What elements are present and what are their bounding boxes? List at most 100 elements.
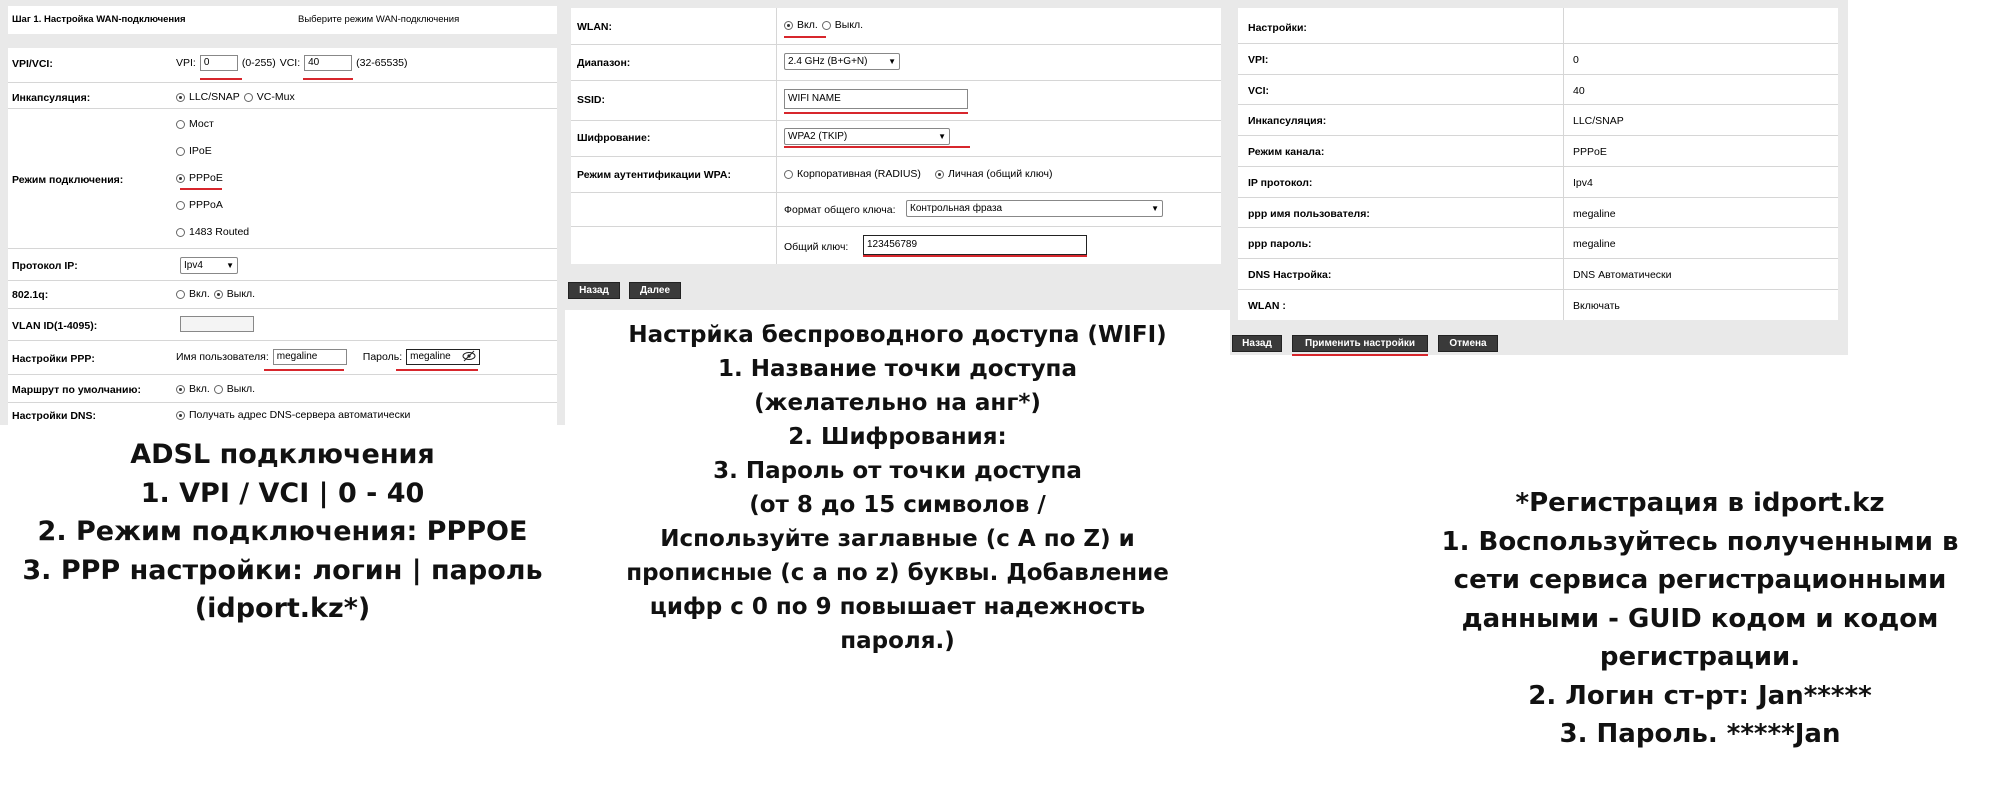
chevron-down-icon: ▼	[888, 57, 896, 66]
ssid-underline	[784, 112, 968, 114]
auth-radius-radio[interactable]	[784, 169, 793, 179]
auth-radius-label: Корпоративная (RADIUS)	[797, 168, 921, 180]
mode-pppoa: PPPoA	[176, 199, 223, 211]
row-divider	[1238, 73, 1838, 75]
dns-label: Настройки DNS:	[12, 410, 96, 422]
vci-input[interactable]: 40	[304, 55, 353, 71]
registration-caption: *Регистрация в idport.kz 1. Воспользуйте…	[1400, 484, 2000, 754]
key-input[interactable]: 123456789	[863, 235, 1087, 255]
route-label: Маршрут по умолчанию:	[12, 384, 141, 396]
password-underline	[396, 369, 478, 371]
mode-pppoa-radio[interactable]	[176, 200, 185, 210]
mode-pppoe-label: PPPoE	[189, 172, 223, 184]
apply-settings-button[interactable]: Применить настройки	[1292, 335, 1428, 352]
caption-line: (от 8 до 15 символов /	[749, 492, 1046, 518]
caption-line: данными - GUID кодом и кодом	[1461, 603, 1939, 634]
caption-line: 2. Режим подключения: PPPOE	[37, 516, 528, 547]
caption-line: 1. Воспользуйтесь полученными в	[1441, 526, 1959, 557]
wlan-on-radio[interactable]	[784, 20, 793, 30]
caption-line: 2. Логин ст-рт: Jan*****	[1528, 680, 1872, 711]
vci-range: (32-65535)	[356, 57, 408, 69]
mode-1483: 1483 Routed	[176, 226, 249, 238]
mode-bridge-label: Мост	[189, 118, 214, 130]
dns-auto-radio[interactable]	[176, 410, 185, 420]
back-button[interactable]: Назад	[1232, 335, 1282, 352]
back-button[interactable]: Назад	[568, 282, 620, 299]
summary-header: Настройки:	[1248, 22, 1307, 34]
chevron-down-icon: ▼	[938, 132, 946, 141]
mode-bridge: Мост	[176, 118, 214, 130]
encap-llc-label: LLC/SNAP	[189, 91, 240, 103]
summary-row-value: Включать	[1573, 299, 1620, 312]
cipher-label: Шифрование:	[577, 132, 651, 144]
mode-pppoe-radio[interactable]	[176, 173, 185, 183]
summary-row-label: ppp пароль:	[1248, 238, 1312, 251]
q-on-label: Вкл.	[189, 288, 210, 300]
band-label: Диапазон:	[577, 57, 631, 69]
key-label: Общий ключ:	[784, 241, 849, 253]
mode-1483-label: 1483 Routed	[189, 226, 250, 238]
caption-line: сети сервиса регистрационными	[1453, 565, 1947, 595]
ppp-fields: Имя пользователя: megaline Пароль: megal…	[176, 349, 481, 367]
mode-1483-radio[interactable]	[176, 227, 185, 237]
encap-vcmux-radio[interactable]	[243, 92, 253, 102]
q-on-radio[interactable]	[176, 289, 185, 299]
q-off-radio[interactable]	[213, 289, 223, 299]
password-input[interactable]: megaline	[406, 349, 481, 367]
route-off-radio[interactable]	[213, 384, 223, 394]
summary-row-label: DNS Настройка:	[1248, 268, 1332, 281]
encap-llc-radio[interactable]	[176, 92, 185, 102]
mode-ipoe-label: IPoE	[189, 145, 212, 157]
summary-table: Настройки: VPI: 0 VCI: 40 Инкапсуляция: LLC/S…	[1238, 8, 1838, 320]
pppoe-underline	[180, 188, 222, 190]
apply-underline	[1292, 354, 1428, 356]
eye-off-icon[interactable]	[462, 350, 476, 367]
adsl-settings-panel: Шаг 1. Настройка WAN-подключения Выберит…	[0, 0, 565, 425]
route-on-radio[interactable]	[176, 384, 185, 394]
summary-row-label: Режим канала:	[1248, 146, 1325, 159]
wifi-caption: Настрйка беспроводного доступа (WIFI) 1.…	[565, 318, 1230, 658]
band-select[interactable]: 2.4 GHz (B+G+N) ▼	[784, 53, 900, 70]
vlan-input[interactable]	[180, 316, 254, 332]
vpi-input[interactable]: 0	[199, 55, 238, 71]
ssid-input[interactable]: WIFI NAME	[784, 89, 968, 109]
mode-pppoe: PPPoE	[176, 172, 223, 184]
vci-underline	[303, 78, 353, 80]
caption-line: пароля.)	[840, 628, 955, 654]
summary-row-value: PPPoE	[1573, 146, 1607, 159]
cancel-button[interactable]: Отмена	[1438, 335, 1498, 352]
key-format-select[interactable]: Контрольная фраза ▼	[906, 200, 1163, 217]
vpivci-row: VPI/VCI: VPI: 0 (0-255) VCI: 40 (32-6553…	[8, 48, 557, 78]
caption-line: прописные (с a по z) буквы. Добавление	[626, 560, 1169, 586]
username-underline	[264, 369, 344, 371]
key-format-value: Контрольная фраза	[910, 203, 1003, 214]
vpivci-fields: VPI: 0 (0-255) VCI: 40 (32-65535)	[176, 55, 408, 71]
ip-proto-label: Протокол IP:	[12, 260, 78, 272]
key-underline	[863, 255, 1087, 257]
caption-line: 3. Пароль. *****Jan	[1559, 719, 1841, 749]
summary-row-value: megaline	[1573, 207, 1616, 220]
row-divider	[1238, 288, 1838, 290]
route-off-label: Выкл.	[226, 383, 256, 395]
cipher-select[interactable]: WPA2 (TKIP) ▼	[784, 128, 950, 145]
summary-row-value: DNS Автоматически	[1573, 268, 1672, 281]
encap-vcmux-label: VC-Mux	[256, 91, 295, 103]
summary-row-label: WLAN :	[1248, 299, 1286, 312]
wlan-off-radio[interactable]	[821, 20, 831, 30]
step-label: Шаг 1. Настройка WAN-подключения	[12, 14, 186, 25]
summary-row-value: 0	[1573, 54, 1579, 66]
mode-label: Режим подключения:	[12, 174, 124, 186]
mode-bridge-radio[interactable]	[176, 119, 185, 129]
next-button[interactable]: Далее	[629, 282, 681, 299]
chevron-down-icon: ▼	[226, 261, 234, 270]
caption-line: *Регистрация в idport.kz	[1515, 488, 1885, 518]
ip-proto-select[interactable]: Ipv4 ▼	[180, 257, 238, 274]
username-input[interactable]: megaline	[272, 349, 347, 365]
row-divider	[1238, 135, 1838, 137]
auth-psk-radio[interactable]	[934, 169, 944, 179]
mode-ipoe: IPoE	[176, 145, 212, 157]
user-prefix: Имя пользователя:	[176, 351, 269, 363]
mode-ipoe-radio[interactable]	[176, 146, 185, 156]
caption-line: ADSL подключения	[130, 439, 435, 470]
wlan-options: Вкл. Выкл.	[784, 19, 863, 31]
